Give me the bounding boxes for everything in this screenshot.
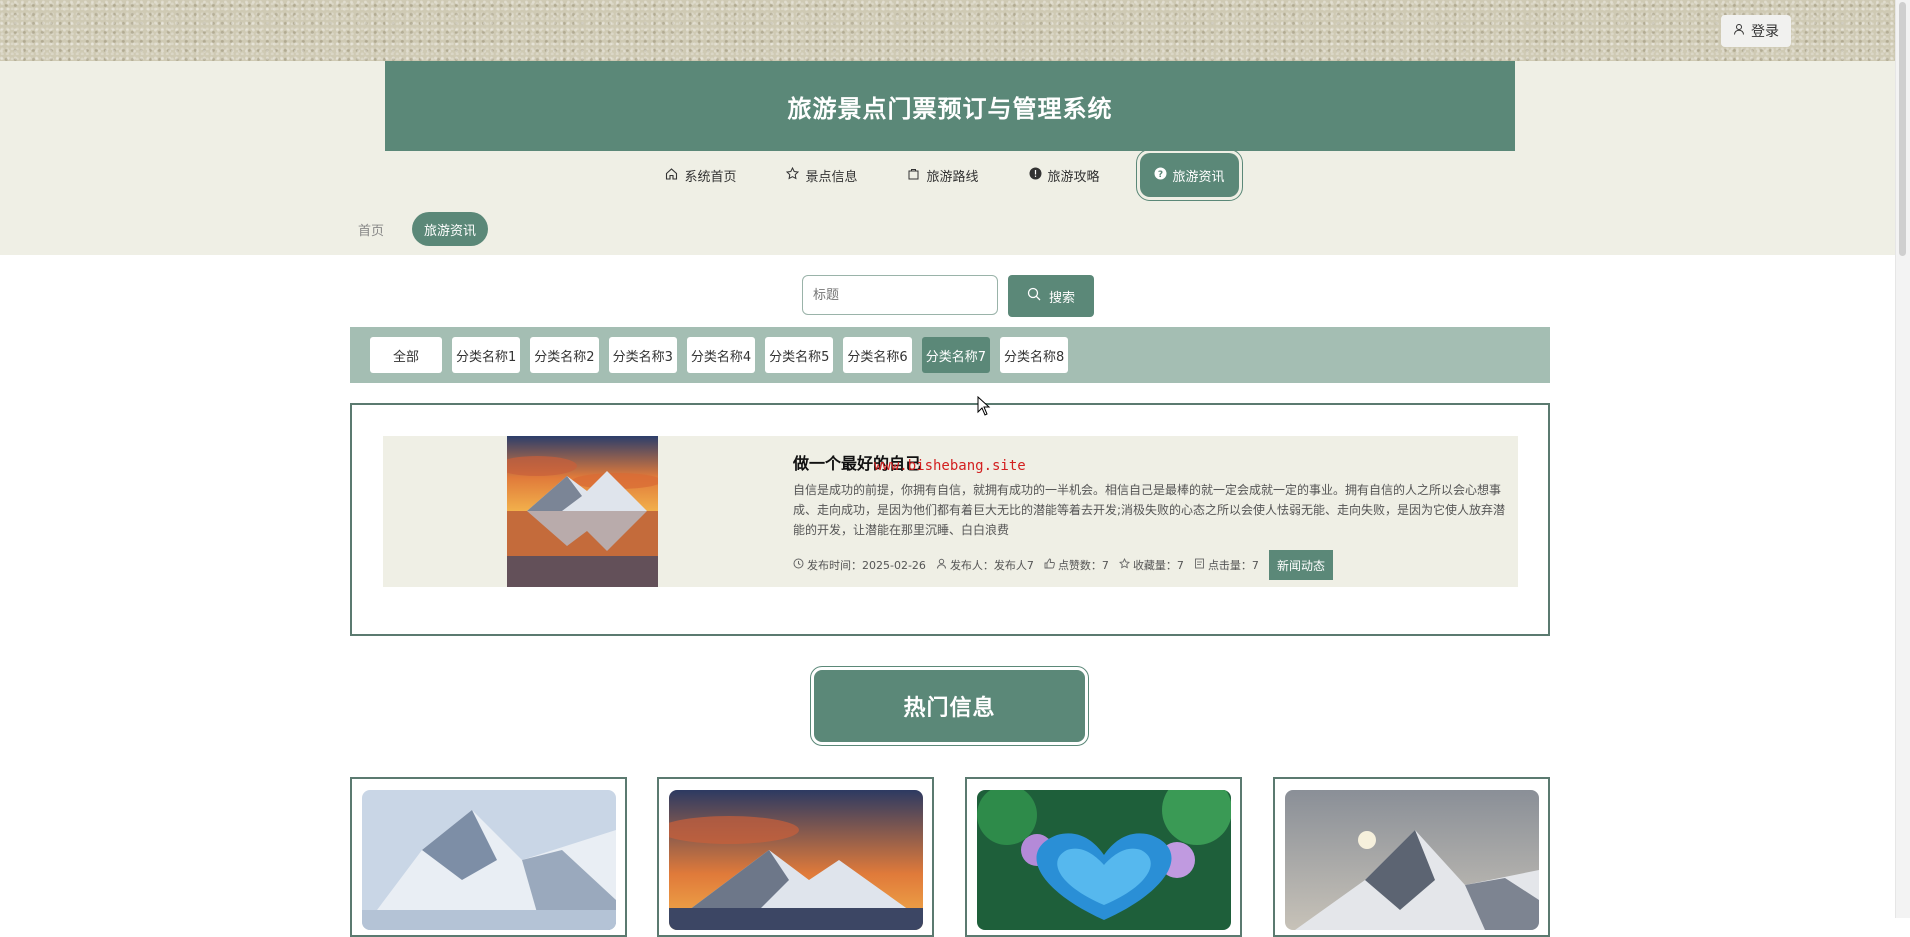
bag-icon xyxy=(907,167,920,184)
favorites-text: 收藏量：7 xyxy=(1132,559,1184,572)
breadcrumb-home[interactable]: 首页 xyxy=(358,220,384,239)
likes-text: 点赞数：7 xyxy=(1057,559,1109,572)
mouse-cursor-icon xyxy=(977,395,991,420)
hot-card[interactable] xyxy=(350,777,627,937)
star-icon xyxy=(786,166,800,184)
clicks-text: 点击量：7 xyxy=(1207,559,1259,572)
svg-text:?: ? xyxy=(1157,170,1162,180)
site-title: 旅游景点门票预订与管理系统 xyxy=(385,61,1515,151)
login-button[interactable]: 登录 xyxy=(1721,15,1791,47)
login-label: 登录 xyxy=(1751,24,1779,40)
category-item[interactable]: 分类名称4 xyxy=(686,337,756,373)
publish-time-text: 发布时间：2025-02-26 xyxy=(807,559,926,572)
nav-item-guides[interactable]: 旅游攻略 xyxy=(1019,153,1110,197)
category-item[interactable]: 分类名称6 xyxy=(843,337,912,373)
nav-label: 旅游攻略 xyxy=(1047,169,1100,185)
meta-likes: 点赞数：7 xyxy=(1044,557,1109,573)
category-item[interactable]: 分类名称1 xyxy=(452,337,521,373)
publisher-text: 发布人：发布人7 xyxy=(949,559,1034,572)
category-item[interactable]: 分类名称2 xyxy=(530,337,599,373)
category-item[interactable]: 分类名称8 xyxy=(999,337,1069,373)
watermark-text: www.bishebang.site xyxy=(874,458,1026,474)
nav-item-home[interactable]: 系统首页 xyxy=(655,153,746,197)
search-button[interactable]: 搜索 xyxy=(1008,275,1094,317)
hot-card[interactable] xyxy=(1273,777,1550,937)
breadcrumb: 首页 旅游资讯 xyxy=(358,212,489,246)
category-item[interactable]: 分类名称3 xyxy=(608,337,677,373)
meta-clicks: 点击量：7 xyxy=(1194,557,1259,573)
info-icon xyxy=(1029,167,1042,184)
user-icon xyxy=(1733,23,1745,39)
meta-publish-time: 发布时间：2025-02-26 xyxy=(793,557,926,573)
nav-item-routes[interactable]: 旅游路线 xyxy=(897,153,988,197)
clock-icon xyxy=(793,558,804,572)
star-icon xyxy=(1118,557,1130,572)
hot-card[interactable] xyxy=(965,777,1242,937)
meta-favorites: 收藏量：7 xyxy=(1118,557,1184,573)
user-icon xyxy=(936,558,947,572)
category-bar: 全部 分类名称1 分类名称2 分类名称3 分类名称4 分类名称5 分类名称6 分… xyxy=(350,327,1550,383)
hot-card-image[interactable] xyxy=(362,790,616,930)
hot-section-title: 热门信息 xyxy=(810,666,1089,746)
nav-item-attractions[interactable]: 景点信息 xyxy=(776,153,867,197)
category-item-active[interactable]: 分类名称7 xyxy=(921,337,990,373)
meta-publisher: 发布人：发布人7 xyxy=(936,557,1034,573)
nav-item-news[interactable]: ? 旅游资讯 xyxy=(1135,149,1243,201)
news-thumbnail[interactable] xyxy=(507,436,658,587)
search-button-label: 搜索 xyxy=(1048,290,1075,306)
page-scrollbar[interactable] xyxy=(1895,0,1910,918)
hot-card-image[interactable] xyxy=(669,790,923,930)
main-nav: 系统首页 景点信息 旅游路线 旅游攻略 ? 旅游资讯 xyxy=(0,149,1910,201)
category-item[interactable]: 分类名称5 xyxy=(765,337,834,373)
news-meta: 发布时间：2025-02-26 发布人：发布人7 点赞数：7 收藏量：7 点击量… xyxy=(793,550,1333,580)
hot-title-text: 热门信息 xyxy=(903,696,996,721)
breadcrumb-current: 旅游资讯 xyxy=(412,212,489,246)
home-icon xyxy=(665,167,678,184)
search-bar: 搜索 xyxy=(802,275,1094,317)
question-icon: ? xyxy=(1154,167,1167,184)
search-input[interactable] xyxy=(802,275,998,315)
document-icon xyxy=(1194,558,1205,572)
top-texture-strip xyxy=(0,0,1910,61)
category-all[interactable]: 全部 xyxy=(370,337,442,373)
nav-label: 旅游资讯 xyxy=(1172,169,1225,185)
thumbs-up-icon xyxy=(1044,558,1055,572)
news-description: 自信是成功的前提，你拥有自信，就拥有成功的一半机会。相信自己是最棒的就一定会成就… xyxy=(793,483,1506,537)
hot-card-image[interactable] xyxy=(977,790,1231,930)
scrollbar-thumb[interactable] xyxy=(1899,2,1906,256)
news-category-tag[interactable]: 新闻动态 xyxy=(1268,550,1333,580)
site-title-text: 旅游景点门票预订与管理系统 xyxy=(787,94,1113,123)
nav-label: 景点信息 xyxy=(805,169,858,185)
nav-label: 旅游路线 xyxy=(926,169,979,185)
nav-label: 系统首页 xyxy=(684,169,737,185)
search-icon xyxy=(1027,287,1041,305)
news-list: 做一个最好的自己 自信是成功的前提，你拥有自信，就拥有成功的一半机会。相信自己是… xyxy=(350,403,1550,636)
hot-card-image[interactable] xyxy=(1285,790,1539,930)
hot-card[interactable] xyxy=(657,777,934,937)
